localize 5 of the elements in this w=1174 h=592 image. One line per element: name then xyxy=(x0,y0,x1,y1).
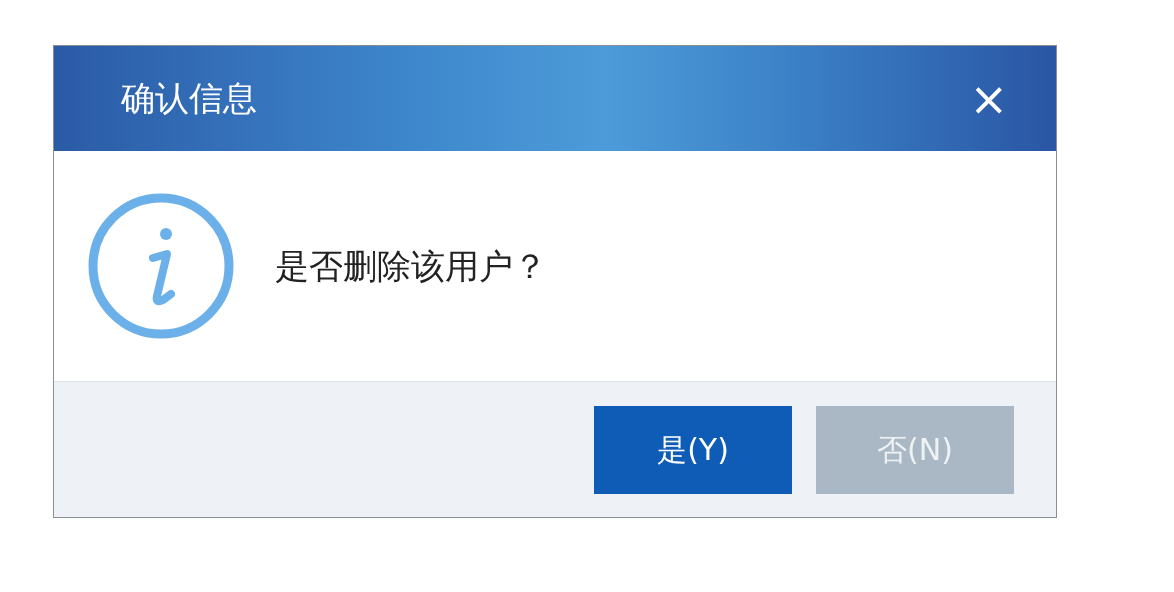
info-icon xyxy=(87,192,235,340)
dialog-title: 确认信息 xyxy=(121,77,257,120)
yes-button[interactable]: 是(Y) xyxy=(594,405,792,494)
message-text: 是否删除该用户？ xyxy=(275,244,547,288)
close-button[interactable]: × xyxy=(961,75,1016,122)
